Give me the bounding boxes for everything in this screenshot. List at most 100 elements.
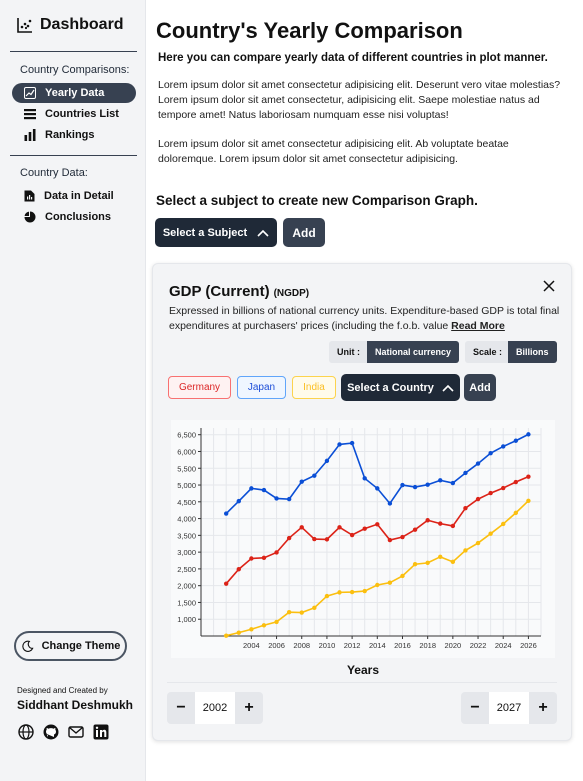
- data-point-germany: [526, 474, 531, 479]
- sidebar-item-rankings[interactable]: Rankings: [12, 125, 136, 145]
- scale-value[interactable]: Billions: [508, 341, 557, 363]
- data-point-india: [475, 540, 481, 546]
- pie-icon: [24, 211, 36, 223]
- linkedin-icon[interactable]: [93, 724, 109, 740]
- end-year-stepper: − 2027 +: [461, 692, 557, 724]
- sidebar-item-yearly-data[interactable]: Yearly Data: [12, 83, 136, 103]
- data-point-germany: [438, 521, 443, 526]
- sidebar-item-label: Countries List: [45, 108, 119, 120]
- brand-title: Dashboard: [40, 16, 124, 33]
- data-point-japan: [400, 482, 405, 488]
- scatter-chart-icon: [17, 18, 32, 33]
- sidebar: Dashboard Country Comparisons: Yearly Da…: [0, 0, 146, 781]
- data-point-germany: [223, 581, 229, 586]
- data-point-japan: [438, 478, 443, 483]
- y-tick-label: 3,000: [177, 548, 196, 557]
- data-point-germany: [475, 496, 481, 502]
- data-point-japan: [501, 444, 506, 449]
- moon-icon: [21, 640, 34, 652]
- sidebar-item-countries-list[interactable]: Countries List: [12, 104, 136, 124]
- unit-value[interactable]: National currency: [367, 341, 460, 363]
- y-tick-label: 2,000: [177, 582, 196, 591]
- github-icon[interactable]: [43, 724, 59, 740]
- country-chip-germany[interactable]: Germany: [168, 376, 231, 399]
- add-subject-button[interactable]: Add: [283, 218, 325, 247]
- end-year-value[interactable]: 2027: [489, 692, 529, 724]
- data-point-japan: [324, 458, 330, 464]
- data-point-japan: [337, 442, 342, 447]
- card-divider: [167, 682, 557, 683]
- data-point-germany: [412, 527, 418, 532]
- line-chart-svg: 1,000 1,500 2,000 2,500 3,000 3,500 4,000 4,500…: [177, 428, 542, 650]
- sidebar-item-conclusions[interactable]: Conclusions: [12, 207, 136, 227]
- data-point-india: [223, 633, 229, 638]
- intro-paragraph: Lorem ipsum dolor sit amet consectetur a…: [158, 138, 509, 165]
- data-point-india: [299, 610, 304, 615]
- start-year-decrement-button[interactable]: −: [167, 692, 195, 724]
- page-title: Country's Yearly Comparison: [156, 18, 463, 43]
- sidebar-item-data-in-detail[interactable]: Data in Detail: [12, 186, 136, 206]
- data-point-germany: [261, 555, 267, 561]
- data-point-japan: [475, 461, 481, 466]
- select-country-dropdown[interactable]: Select a Country: [341, 374, 460, 401]
- x-tick-label: 2006: [268, 641, 285, 650]
- country-chip-japan[interactable]: Japan: [237, 376, 286, 399]
- data-point-japan: [513, 438, 519, 443]
- data-point-germany: [400, 534, 405, 540]
- x-tick-label: 2012: [344, 641, 361, 650]
- data-point-japan: [236, 498, 241, 504]
- globe-icon[interactable]: [18, 724, 34, 740]
- page-subtitle: Here you can compare yearly data of diff…: [158, 52, 548, 64]
- data-point-india: [375, 582, 380, 588]
- main-content: Country's Yearly Comparison Here you can…: [146, 0, 583, 781]
- data-point-germany: [337, 525, 342, 530]
- mail-icon[interactable]: [68, 724, 84, 740]
- end-year-decrement-button[interactable]: −: [461, 692, 489, 724]
- data-point-germany: [463, 505, 468, 511]
- scale-label: Scale :: [465, 341, 511, 363]
- x-tick-label: 2010: [319, 641, 336, 650]
- data-point-japan: [425, 482, 430, 487]
- data-point-germany: [274, 550, 279, 555]
- select-country-label: Select a Country: [347, 381, 434, 394]
- y-tick-label: 5,500: [177, 464, 196, 473]
- data-point-germany: [387, 537, 393, 543]
- data-point-india: [400, 573, 405, 579]
- sidebar-item-label: Rankings: [45, 129, 95, 141]
- change-theme-button[interactable]: Change Theme: [14, 631, 127, 661]
- data-point-germany: [324, 537, 330, 542]
- data-point-japan: [274, 496, 279, 501]
- section-title-country-data: Country Data:: [20, 167, 88, 179]
- document-icon: [24, 190, 35, 202]
- add-country-button[interactable]: Add: [464, 374, 496, 401]
- data-point-india: [513, 510, 519, 516]
- y-tick-label: 1,500: [177, 598, 196, 607]
- section-title-comparisons: Country Comparisons:: [20, 64, 130, 76]
- end-year-increment-button[interactable]: +: [529, 692, 557, 724]
- y-tick-label: 5,000: [177, 481, 196, 490]
- brand[interactable]: Dashboard: [16, 16, 124, 34]
- x-tick-label: 2020: [445, 641, 462, 650]
- data-point-japan: [375, 486, 380, 491]
- bar-chart-icon: [24, 129, 36, 141]
- data-point-india: [312, 605, 317, 611]
- data-point-japan: [312, 473, 317, 478]
- data-point-japan: [450, 480, 456, 486]
- sidebar-divider: [10, 155, 137, 156]
- sidebar-item-label: Conclusions: [45, 211, 112, 223]
- x-tick-label: 2022: [470, 641, 487, 650]
- start-year-increment-button[interactable]: +: [235, 692, 263, 724]
- card-indicator-code: (NGDP): [273, 288, 310, 299]
- select-subject-dropdown[interactable]: Select a Subject: [155, 218, 277, 247]
- data-point-japan: [299, 479, 304, 484]
- read-more-link[interactable]: Read More: [451, 320, 505, 332]
- close-icon[interactable]: [542, 279, 556, 293]
- data-point-india: [274, 619, 279, 625]
- comparison-card: GDP (Current) (NGDP) Expressed in billion…: [152, 263, 572, 741]
- data-point-india: [450, 559, 456, 565]
- data-point-germany: [450, 523, 456, 529]
- data-point-india: [488, 531, 493, 536]
- data-point-india: [463, 548, 468, 553]
- country-chip-india[interactable]: India: [292, 376, 336, 399]
- start-year-value[interactable]: 2002: [195, 692, 235, 724]
